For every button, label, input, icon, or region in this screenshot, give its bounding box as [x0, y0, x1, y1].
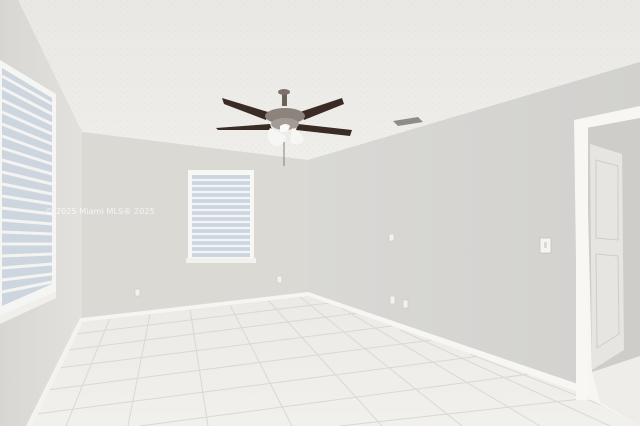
outlet-right-2: [402, 299, 409, 309]
outlet-right-1: [389, 295, 396, 305]
outlet-back-left: [134, 288, 141, 297]
outlet-back-right: [276, 275, 283, 284]
back-window: [186, 170, 256, 263]
left-window: [0, 60, 56, 324]
mls-watermark: © 2025 Miami MLS® 2025: [45, 207, 155, 216]
light-switch-toggle: [544, 242, 547, 248]
doorway: [574, 106, 640, 426]
thermostat-plate: [388, 233, 395, 242]
room-photo: © 2025 Miami MLS® 2025: [0, 0, 640, 426]
